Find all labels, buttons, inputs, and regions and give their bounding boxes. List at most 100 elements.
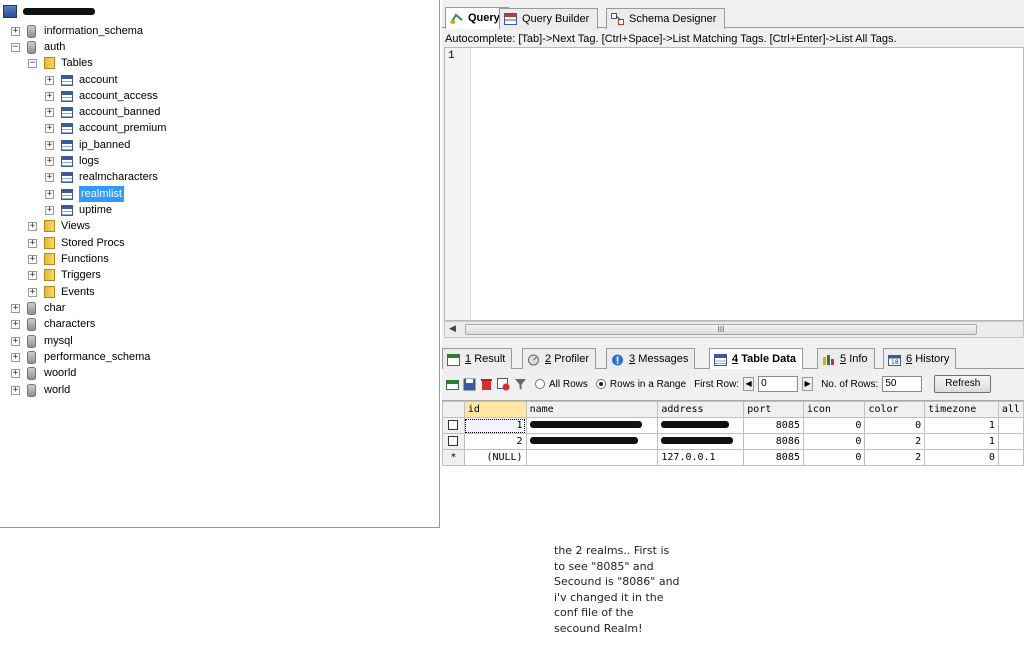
column-header-allowed[interactable]: all (997, 401, 1024, 418)
expand-icon[interactable]: + (11, 352, 20, 362)
row-select-cell[interactable] (442, 417, 465, 434)
cell-allowed[interactable] (997, 449, 1024, 466)
tab-messages[interactable]: 3 Messages (606, 348, 696, 369)
cell-color[interactable]: 2 (864, 433, 926, 450)
expand-icon[interactable]: + (45, 91, 54, 101)
cell-allowed[interactable] (997, 417, 1024, 434)
table-row[interactable]: 2 8086 0 2 1 (442, 433, 1024, 450)
tree-item-woorld[interactable]: + woorld (11, 365, 76, 381)
cell-color[interactable]: 2 (864, 449, 926, 466)
tree-folder-stored-procs[interactable]: + Stored Procs (28, 235, 125, 251)
cell-id[interactable]: 2 (463, 433, 527, 450)
expand-icon[interactable]: + (11, 303, 20, 313)
expand-icon[interactable]: + (45, 189, 54, 199)
tree-folder-views[interactable]: + Views (28, 218, 90, 234)
expand-icon[interactable]: + (45, 156, 54, 166)
cell-color[interactable]: 0 (864, 417, 926, 434)
tab-table-data[interactable]: 4 Table Data (709, 348, 803, 369)
column-header-color[interactable]: color (864, 401, 926, 418)
insert-row-icon[interactable] (446, 378, 459, 391)
tab-profiler[interactable]: 2 Profiler (522, 348, 597, 369)
cell-address[interactable] (657, 433, 745, 450)
expand-icon[interactable]: + (11, 26, 20, 36)
table-row[interactable]: 1 8085 0 0 1 (442, 417, 1024, 434)
tab-result[interactable]: 1 Result (442, 348, 513, 369)
expand-icon[interactable]: + (11, 385, 20, 395)
cell-name[interactable] (525, 449, 659, 466)
tree-table-account-premium[interactable]: + account_premium (45, 120, 166, 136)
tab-query-builder[interactable]: Query Builder (499, 8, 599, 29)
expand-icon[interactable]: + (11, 368, 20, 378)
first-row-input[interactable]: 0 (758, 376, 799, 392)
tree-table-uptime[interactable]: + uptime (45, 202, 112, 218)
save-icon[interactable] (463, 378, 476, 391)
cell-port[interactable]: 8085 (743, 449, 804, 466)
tree-item-information-schema[interactable]: + information_schema (11, 23, 143, 39)
cell-id[interactable]: (NULL) (463, 449, 527, 466)
expand-icon[interactable]: + (28, 221, 37, 231)
tree-table-ip-banned[interactable]: + ip_banned (45, 137, 130, 153)
cell-timezone[interactable]: 1 (924, 433, 999, 450)
cell-id[interactable]: 1 (463, 417, 527, 434)
expand-icon[interactable]: + (45, 205, 54, 215)
rows-in-range-radio[interactable] (595, 379, 606, 389)
column-header-icon[interactable]: icon (802, 401, 866, 418)
tree-item-auth[interactable]: − auth (11, 39, 65, 55)
cell-name[interactable] (525, 417, 659, 434)
cell-allowed[interactable] (997, 433, 1024, 450)
tree-server-node[interactable] (3, 3, 95, 19)
scrollbar-thumb[interactable]: III (465, 324, 977, 335)
expand-icon[interactable]: + (28, 254, 37, 264)
tree-item-char[interactable]: + char (11, 300, 65, 316)
tree-table-realmcharacters[interactable]: + realmcharacters (45, 169, 158, 185)
expand-icon[interactable]: + (45, 107, 54, 117)
query-editor[interactable]: 1 (444, 47, 1024, 321)
cell-port[interactable]: 8085 (743, 417, 804, 434)
expand-icon[interactable]: + (28, 287, 37, 297)
row-select-cell[interactable] (442, 433, 465, 450)
collapse-icon[interactable]: − (11, 42, 20, 52)
tree-item-performance-schema[interactable]: + performance_schema (11, 349, 150, 365)
editor-horizontal-scrollbar[interactable]: ◀ III (444, 321, 1024, 338)
tree-folder-events[interactable]: + Events (28, 284, 95, 300)
collapse-icon[interactable]: − (28, 58, 37, 68)
expand-icon[interactable]: + (45, 123, 54, 133)
expand-icon[interactable]: + (11, 336, 20, 346)
tab-schema-designer[interactable]: Schema Designer (606, 8, 726, 29)
refresh-button[interactable]: Refresh (934, 375, 992, 393)
column-header-id[interactable]: id (463, 401, 527, 418)
next-page-button[interactable]: ▶ (802, 377, 814, 391)
tree-table-account[interactable]: + account (45, 72, 118, 88)
tree-table-realmlist[interactable]: + realmlist (45, 186, 124, 202)
tree-table-account-banned[interactable]: + account_banned (45, 104, 160, 120)
expand-icon[interactable]: + (45, 140, 54, 150)
expand-icon[interactable]: + (11, 319, 20, 329)
cell-icon[interactable]: 0 (802, 449, 866, 466)
tree-folder-functions[interactable]: + Functions (28, 251, 109, 267)
all-rows-radio[interactable] (535, 379, 545, 389)
previous-page-button[interactable]: ◀ (743, 377, 755, 391)
tree-table-logs[interactable]: + logs (45, 153, 99, 169)
delete-icon[interactable] (480, 378, 493, 391)
num-rows-input[interactable]: 50 (882, 376, 923, 392)
tree-folder-triggers[interactable]: + Triggers (28, 267, 101, 283)
cell-icon[interactable]: 0 (802, 417, 866, 434)
column-header-address[interactable]: address (657, 401, 745, 418)
cancel-changes-icon[interactable] (497, 377, 510, 391)
column-header-name[interactable]: name (525, 401, 659, 418)
new-row[interactable]: * (NULL) 127.0.0.1 8085 0 2 0 (442, 449, 1024, 466)
expand-icon[interactable]: + (45, 75, 54, 85)
tree-item-world[interactable]: + world (11, 382, 70, 398)
tree-item-mysql[interactable]: + mysql (11, 333, 73, 349)
cell-timezone[interactable]: 0 (924, 449, 999, 466)
expand-icon[interactable]: + (28, 238, 37, 248)
expand-icon[interactable]: + (45, 172, 54, 182)
tab-info[interactable]: 5 Info (817, 348, 875, 369)
tree-folder-tables[interactable]: − Tables (28, 55, 93, 71)
cell-timezone[interactable]: 1 (924, 417, 999, 434)
row-checkbox[interactable] (448, 420, 459, 430)
cell-address[interactable] (657, 417, 745, 434)
expand-icon[interactable]: + (28, 270, 37, 280)
column-header-port[interactable]: port (743, 401, 804, 418)
scroll-left-icon[interactable]: ◀ (449, 323, 456, 334)
